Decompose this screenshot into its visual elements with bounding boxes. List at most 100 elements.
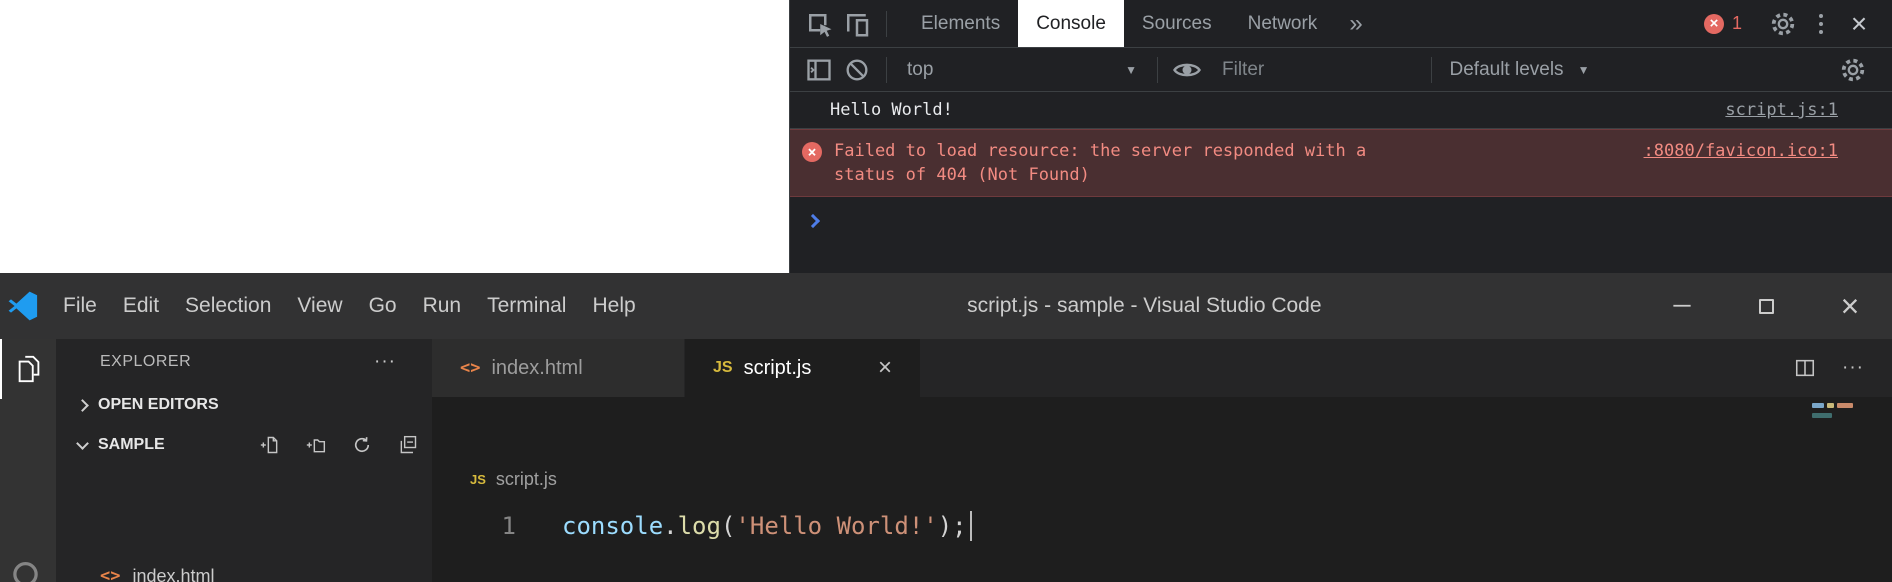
separator — [1157, 57, 1158, 83]
token-object: console — [562, 512, 663, 540]
live-expression-eye-icon[interactable] — [1168, 51, 1206, 89]
new-file-icon[interactable] — [260, 435, 280, 455]
breadcrumb-file: script.js — [496, 469, 557, 490]
js-file-icon: JS — [470, 472, 486, 487]
line-number: 1 — [432, 512, 516, 540]
js-file-icon: JS — [713, 359, 733, 377]
more-tabs-icon[interactable]: » — [1335, 0, 1376, 47]
menu-selection[interactable]: Selection — [172, 294, 284, 318]
file-item-index-html[interactable]: <> index.html — [56, 554, 432, 582]
clear-console-icon[interactable] — [838, 51, 876, 89]
devtools-settings-icon[interactable] — [1764, 5, 1802, 43]
console-messages: Hello World! script.js:1 × Failed to loa… — [790, 92, 1892, 273]
inspect-element-icon[interactable] — [800, 5, 838, 43]
menu-edit[interactable]: Edit — [110, 294, 172, 318]
editor-area: <> index.html JS script.js × ··· JS scri… — [432, 339, 1892, 582]
console-settings-icon[interactable] — [1834, 51, 1872, 89]
vscode-titlebar: File Edit Selection View Go Run Terminal… — [0, 273, 1892, 339]
vscode-logo-icon — [8, 291, 38, 321]
separator — [886, 57, 887, 83]
tab-network[interactable]: Network — [1230, 0, 1336, 47]
text-cursor — [970, 511, 972, 541]
separator — [886, 11, 887, 37]
explorer-sidebar: EXPLORER ··· OPEN EDITORS SAMPLE <> in — [56, 339, 432, 582]
error-count: 1 — [1732, 13, 1742, 34]
console-prompt[interactable] — [790, 197, 1892, 231]
menu-terminal[interactable]: Terminal — [474, 294, 579, 318]
menu-help[interactable]: Help — [579, 294, 648, 318]
browser-viewport — [0, 0, 789, 273]
collapse-all-icon[interactable] — [398, 435, 418, 455]
maximize-icon — [1759, 299, 1774, 314]
window-controls: ─ × — [1640, 273, 1892, 339]
html-file-icon: <> — [100, 566, 120, 582]
error-line-1: Failed to load resource: the server resp… — [834, 141, 1366, 161]
minimize-button[interactable]: ─ — [1640, 273, 1724, 339]
devtools-close-icon[interactable]: × — [1840, 5, 1878, 43]
tab-close-icon[interactable]: × — [878, 356, 892, 380]
prompt-chevron-icon — [806, 214, 820, 228]
vscode-body: EXPLORER ··· OPEN EDITORS SAMPLE <> in — [0, 339, 1892, 582]
vscode-window: File Edit Selection View Go Run Terminal… — [0, 273, 1892, 582]
open-editors-section[interactable]: OPEN EDITORS — [56, 385, 432, 425]
log-text: Hello World! — [830, 100, 953, 120]
devtools-main-toolbar: Elements Console Sources Network » × 1 × — [790, 0, 1892, 48]
separator — [1431, 57, 1432, 83]
refresh-icon[interactable] — [352, 435, 372, 455]
html-file-icon: <> — [460, 358, 480, 378]
editor-tabbar: <> index.html JS script.js × ··· — [432, 339, 1892, 397]
close-button[interactable]: × — [1808, 273, 1892, 339]
code-line[interactable]: 1 console.log('Hello World!'); — [432, 505, 1892, 547]
error-count-badge[interactable]: × 1 — [1704, 13, 1742, 34]
console-sidebar-icon[interactable] — [800, 51, 838, 89]
code-text: console.log('Hello World!'); — [562, 511, 972, 541]
folder-section-sample[interactable]: SAMPLE — [56, 425, 432, 465]
device-toolbar-icon[interactable] — [838, 5, 876, 43]
activity-bar — [0, 339, 56, 582]
file-item-label: index.html — [132, 566, 214, 582]
log-levels-dropdown[interactable]: Default levels ▼ — [1442, 59, 1652, 81]
tab-script-js[interactable]: JS script.js × — [685, 339, 920, 397]
kebab-menu-icon[interactable] — [1802, 5, 1840, 43]
error-source-link[interactable]: :8080/favicon.ico:1 — [1644, 139, 1838, 163]
breadcrumb[interactable]: JS script.js — [432, 461, 1892, 497]
split-editor-icon[interactable] — [1794, 357, 1816, 379]
token-dot: . — [663, 512, 677, 540]
menu-file[interactable]: File — [50, 294, 110, 318]
menu-run[interactable]: Run — [410, 294, 475, 318]
tab-index-html[interactable]: <> index.html — [432, 339, 685, 397]
chevron-down-icon: ▼ — [1578, 63, 1590, 77]
chevron-right-icon — [76, 399, 89, 412]
token-string: 'Hello World!' — [735, 512, 937, 540]
tab-elements[interactable]: Elements — [903, 0, 1018, 47]
folder-actions — [260, 435, 418, 455]
filter-input[interactable] — [1222, 59, 1405, 81]
error-line-2: status of 404 (Not Found) — [834, 165, 1090, 185]
tab-console[interactable]: Console — [1018, 0, 1124, 47]
new-folder-icon[interactable] — [306, 435, 326, 455]
console-log-row: Hello World! script.js:1 — [790, 92, 1892, 129]
tab-sources[interactable]: Sources — [1124, 0, 1230, 47]
menu-go[interactable]: Go — [356, 294, 410, 318]
token-paren-close: ); — [938, 512, 967, 540]
maximize-button[interactable] — [1724, 273, 1808, 339]
context-label: top — [907, 59, 933, 81]
minimap[interactable] — [1812, 403, 1864, 423]
log-levels-label: Default levels — [1450, 59, 1564, 81]
token-paren-open: ( — [721, 512, 735, 540]
editor-more-actions-ellipsis-icon[interactable]: ··· — [1842, 357, 1864, 379]
log-source-link[interactable]: script.js:1 — [1725, 100, 1838, 120]
folder-label: SAMPLE — [98, 436, 165, 454]
close-icon: × — [1841, 290, 1860, 322]
tab-label: index.html — [491, 357, 582, 380]
minimize-icon: ─ — [1673, 292, 1690, 320]
menu-view[interactable]: View — [284, 294, 355, 318]
javascript-context-selector[interactable]: top ▼ — [897, 59, 1147, 81]
console-error-row: × Failed to load resource: the server re… — [790, 129, 1892, 197]
explorer-actions-ellipsis-icon[interactable]: ··· — [374, 351, 396, 373]
search-icon — [8, 558, 48, 582]
explorer-title: EXPLORER — [100, 353, 191, 371]
devtools-tabs: Elements Console Sources Network » — [903, 0, 1377, 47]
explorer-activity-button[interactable] — [0, 339, 56, 399]
search-activity-button[interactable] — [8, 558, 48, 582]
